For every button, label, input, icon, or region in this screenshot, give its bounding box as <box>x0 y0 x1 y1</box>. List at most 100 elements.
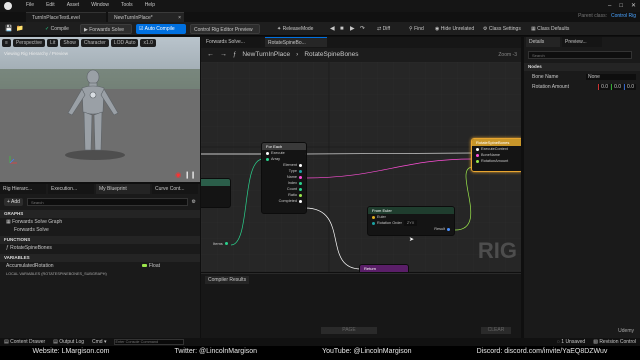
graph-canvas[interactable]: Items For Each Execute Array Element Typ… <box>201 62 521 272</box>
partial-node-left[interactable] <box>201 178 231 208</box>
clear-button[interactable]: CLEAR <box>481 327 511 334</box>
tab-level[interactable]: TurnInPlaceTestLevel <box>26 12 106 22</box>
for-each-node[interactable]: For Each Execute Array Element Type Name… <box>261 142 307 214</box>
rotation-y-field[interactable]: 0.0 <box>611 84 624 90</box>
graph-tabs: Forwards Solve... RotateSpineBo... <box>201 37 521 48</box>
graph-item-forwards-solve[interactable]: ▦ Forwards Solve Graph <box>0 218 200 226</box>
back-arrow-icon[interactable]: ← <box>207 51 214 58</box>
record-icon[interactable]: ◉ <box>175 171 181 179</box>
forward-arrow-icon[interactable]: → <box>220 51 227 58</box>
auto-compile-button[interactable]: ☑ Auto Compile <box>136 24 186 34</box>
rotate-spine-bones-node[interactable]: RotateSpineBones ExecuteContext BoneName… <box>471 138 521 172</box>
variables-section-header[interactable]: VARIABLES <box>0 254 200 262</box>
bone-name-value[interactable]: None <box>586 74 636 80</box>
tab-my-blueprint[interactable]: My Blueprint <box>96 184 150 194</box>
preview-dropdown[interactable]: Control Rig Editor Preview ▾ <box>190 24 260 43</box>
tab-details[interactable]: Details <box>526 37 560 47</box>
pin-rotation-amount[interactable]: RotationAmount <box>472 158 521 164</box>
diff-button[interactable]: ⇄ Diff <box>374 24 393 34</box>
minimize-icon[interactable]: – <box>608 3 611 9</box>
menu-edit[interactable]: Edit <box>46 2 55 8</box>
lod-button[interactable]: LOD Auto <box>110 39 139 47</box>
step-into-icon[interactable]: ↷ <box>360 26 365 32</box>
graphs-section-header[interactable]: GRAPHS <box>0 210 200 218</box>
breadcrumb-separator: › <box>296 51 299 58</box>
tab-rig-hierarchy[interactable]: Rig Hierarc... <box>0 184 46 194</box>
settings-gear-icon[interactable]: ⚙ <box>192 199 196 205</box>
rotation-x-field[interactable]: 0.0 <box>598 84 611 90</box>
pause-icon[interactable]: ❙❙ <box>184 171 196 179</box>
auto-compile-icon: ☑ <box>139 26 144 32</box>
pin-result[interactable]: Result <box>368 226 454 232</box>
window-controls: – □ ✕ <box>608 2 636 10</box>
graph-subitem[interactable]: Forwards Solve <box>0 226 200 234</box>
details-search-input[interactable] <box>528 51 632 59</box>
viewport-menu-icon[interactable]: ≡ <box>2 39 11 47</box>
compiler-results-tab[interactable]: Compiler Results <box>205 276 250 284</box>
tab-rig-hierarchy-label: Rig Hierarc... <box>3 186 33 192</box>
tab-execution-stack[interactable]: Execution... <box>48 184 94 194</box>
parent-class-label: Parent class: <box>578 13 607 19</box>
unsaved-indicator[interactable]: ◌ 1 Unsaved <box>557 339 585 345</box>
tab-preview-settings[interactable]: Preview... <box>562 37 602 47</box>
console-command-input[interactable] <box>114 339 185 345</box>
array-pin-icon <box>266 157 269 161</box>
tab-control-rig[interactable]: NewTurnInPlace* × <box>108 12 184 22</box>
breadcrumb-leaf[interactable]: RotateSpineBones <box>304 51 358 58</box>
pin-completed[interactable]: Completed <box>262 198 306 204</box>
lit-button[interactable]: Lit <box>47 39 59 47</box>
menu-window[interactable]: Window <box>91 2 109 8</box>
parent-class-link[interactable]: Control Rig <box>611 13 636 19</box>
breadcrumb-root[interactable]: NewTurnInPlace <box>242 51 290 58</box>
details-panel: Details Preview... Nodes Bone Name None … <box>524 37 640 338</box>
compile-button[interactable]: ✓ Compile <box>42 24 72 34</box>
cmd-dropdown[interactable]: Cmd ▾ <box>92 339 106 345</box>
tab-forwards-solve-graph[interactable]: Forwards Solve... <box>203 37 261 47</box>
rotation-amount-label: Rotation Amount <box>532 84 569 90</box>
items-variable-pin[interactable]: Items <box>213 241 228 246</box>
maximize-icon[interactable]: □ <box>619 3 623 9</box>
character-button[interactable]: Character <box>80 39 109 47</box>
class-settings-button[interactable]: ⚙ Class Settings <box>480 24 524 34</box>
preview-viewport[interactable]: ≡ Perspective Lit Show Character LOD Aut… <box>0 37 200 182</box>
release-mode-button[interactable]: ✦ ReleaseMode <box>274 24 316 34</box>
tab-rotate-spine-bones[interactable]: RotateSpineBo... <box>265 37 327 47</box>
find-button[interactable]: ⚲ Find <box>406 24 427 34</box>
functions-section-header[interactable]: FUNCTIONS <box>0 236 200 244</box>
output-log-button[interactable]: ▤ Output Log <box>53 339 84 345</box>
nodes-section-header[interactable]: Nodes <box>524 63 640 71</box>
variable-row[interactable]: AccumulatedRotation Float <box>0 262 200 270</box>
menu-tools[interactable]: Tools <box>121 2 133 8</box>
page-button[interactable]: PAGE <box>321 327 377 334</box>
step-back-icon[interactable]: ◀ <box>330 26 335 32</box>
return-node[interactable]: Return <box>359 264 409 272</box>
perspective-button[interactable]: Perspective <box>12 39 46 47</box>
menu-file[interactable]: File <box>26 2 34 8</box>
for-each-header: For Each <box>262 143 306 150</box>
ratio-pin-icon <box>299 193 302 197</box>
add-button[interactable]: + Add <box>4 198 23 206</box>
revision-control-button[interactable]: ▧ Revision Control <box>593 339 636 345</box>
tab-curve-container[interactable]: Curve Cont... <box>152 184 198 194</box>
step-forward-icon[interactable]: ▶ <box>350 26 355 32</box>
blueprint-search-input[interactable] <box>26 198 188 206</box>
rotation-order-value[interactable]: ZYX <box>403 220 418 226</box>
stop-icon[interactable]: ■ <box>340 26 344 32</box>
menu-help[interactable]: Help <box>145 2 155 8</box>
unreal-logo-icon <box>4 2 12 10</box>
close-icon[interactable]: ✕ <box>631 2 636 9</box>
function-item-rotate-spine-bones[interactable]: ƒ RotateSpineBones <box>0 244 200 252</box>
graph-breadcrumb-bar: ← → ƒ NewTurnInPlace › RotateSpineBones … <box>201 48 521 62</box>
show-button[interactable]: Show <box>60 39 79 47</box>
save-icon[interactable]: 💾 <box>5 26 12 32</box>
content-drawer-button[interactable]: ▤ Content Drawer <box>4 339 45 345</box>
menu-asset[interactable]: Asset <box>67 2 80 8</box>
rotation-z-field[interactable]: 0.0 <box>624 84 636 90</box>
from-euler-node[interactable]: From Euler Euler Rotation Order ZYX Resul… <box>367 206 455 236</box>
local-variables-header[interactable]: LOCAL VARIABLES (ROTATESPINEBONES_SUBGRA… <box>0 270 200 278</box>
forwards-solve-button[interactable]: ▶ Forwards Solve <box>80 24 132 34</box>
playback-speed-button[interactable]: x1.0 <box>140 39 156 47</box>
class-defaults-button[interactable]: ▦ Class Defaults <box>528 24 572 34</box>
browse-icon[interactable]: 📁 <box>16 26 23 32</box>
hide-unrelated-button[interactable]: ◉ Hide Unrelated <box>432 24 477 34</box>
